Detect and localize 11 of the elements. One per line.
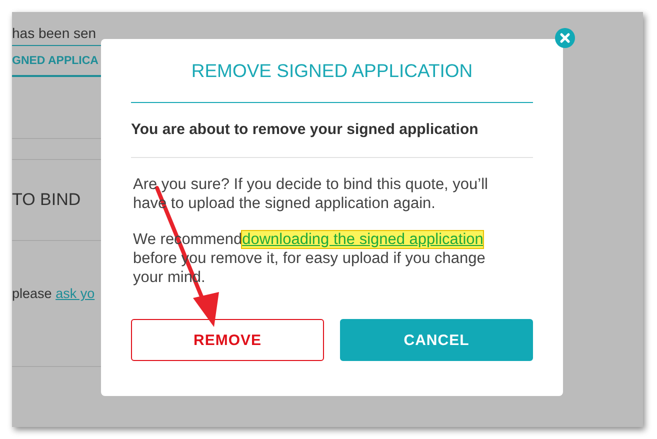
tab-link[interactable]: GNED APPLICA [12,54,98,66]
section-heading: TO BIND [12,190,81,210]
prompt-text: please [12,286,52,301]
ask-link[interactable]: ask yo [56,286,95,301]
remove-button[interactable]: REMOVE [131,319,324,361]
dialog-title: REMOVE SIGNED APPLICATION [131,39,533,103]
notice-text: has been sen [12,24,98,43]
download-link[interactable]: downloading the signed application [242,231,484,248]
cancel-button[interactable]: CANCEL [340,319,533,361]
dialog-subtitle: You are about to remove your signed application [131,103,533,158]
close-icon[interactable] [555,28,575,48]
